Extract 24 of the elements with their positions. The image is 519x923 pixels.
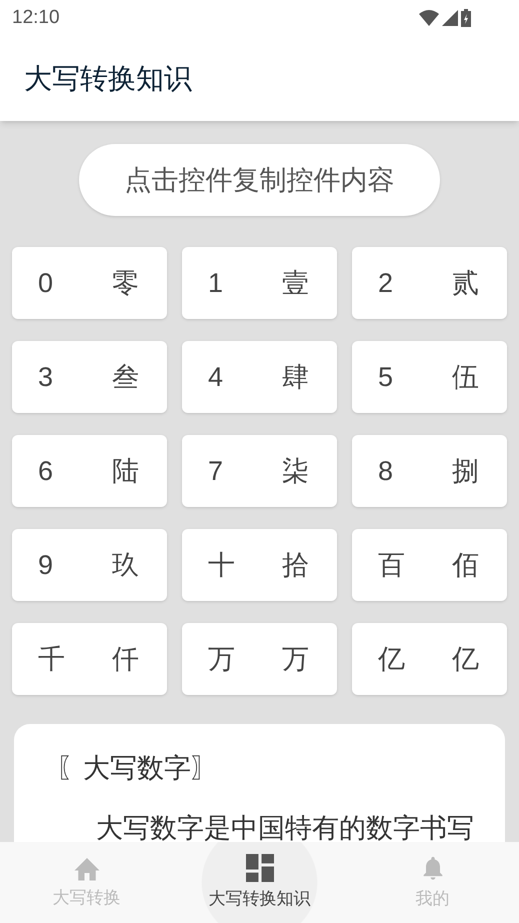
digit-button[interactable]: 百 佰: [352, 529, 507, 601]
status-time: 12:10: [12, 6, 60, 30]
wifi-icon: [419, 10, 439, 26]
battery-icon: [461, 9, 471, 27]
digit-button[interactable]: 7 柒: [182, 435, 337, 507]
digit-button[interactable]: 十 拾: [182, 529, 337, 601]
copy-hint-button[interactable]: 点击控件复制控件内容: [79, 144, 440, 216]
digit-button[interactable]: 0 零: [12, 247, 167, 319]
digit-button[interactable]: 6 陆: [12, 435, 167, 507]
digit-button[interactable]: 亿 亿: [352, 623, 507, 695]
signal-icon: [442, 10, 458, 26]
digit-button[interactable]: 9 玖: [12, 529, 167, 601]
digit-button[interactable]: 3 叁: [12, 341, 167, 413]
digit-button[interactable]: 5 伍: [352, 341, 507, 413]
digit-button[interactable]: 4 肆: [182, 341, 337, 413]
digit-button[interactable]: 2 贰: [352, 247, 507, 319]
digit-button[interactable]: 1 壹: [182, 247, 337, 319]
card-heading: 〖大写数字〗: [56, 752, 219, 785]
dashboard-icon: [246, 854, 274, 882]
app-bar-title: 大写转换知识: [24, 62, 192, 96]
card-body-text: 大写数字是中国特有的数字书写: [95, 812, 475, 845]
digit-button[interactable]: 万 万: [182, 623, 337, 695]
digit-button[interactable]: 8 捌: [352, 435, 507, 507]
digit-button[interactable]: 千 仟: [12, 623, 167, 695]
